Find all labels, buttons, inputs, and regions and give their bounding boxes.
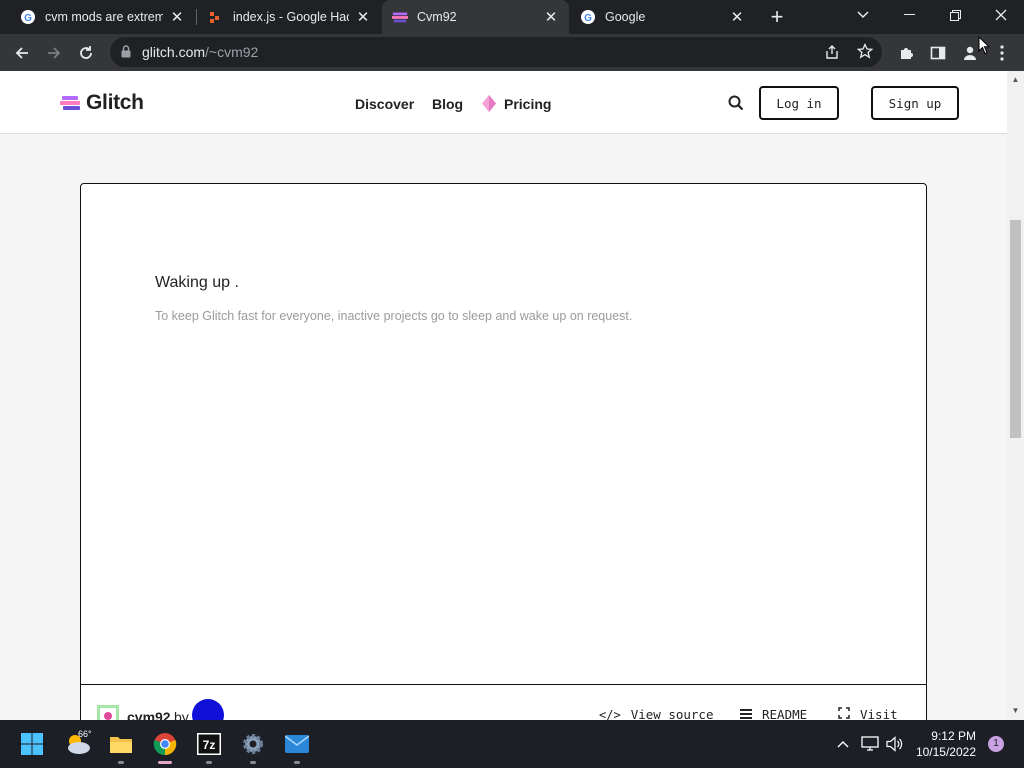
lock-icon[interactable] bbox=[121, 45, 131, 63]
tab-index-js[interactable]: index.js - Google Hacki ✕ bbox=[198, 0, 381, 34]
visit-button[interactable]: Visit bbox=[838, 707, 898, 720]
mail-icon bbox=[285, 735, 309, 753]
glitch-logo[interactable]: Glitch bbox=[60, 91, 144, 115]
clock[interactable]: 9:12 PM 10/15/2022 bbox=[914, 728, 976, 760]
svg-text:G: G bbox=[24, 13, 32, 24]
close-tab-icon[interactable]: ✕ bbox=[729, 9, 745, 26]
nav-discover[interactable]: Discover bbox=[355, 96, 414, 112]
login-button[interactable]: Log in bbox=[759, 86, 839, 120]
google-icon: G bbox=[20, 9, 36, 25]
7zip-button[interactable]: 7z bbox=[193, 728, 225, 764]
minimize-button[interactable] bbox=[886, 0, 932, 30]
glitch-icon bbox=[392, 9, 408, 25]
chrome-button[interactable] bbox=[149, 728, 181, 764]
diamond-icon bbox=[482, 95, 496, 117]
tab-google[interactable]: G Google ✕ bbox=[570, 0, 755, 34]
windows-icon bbox=[21, 733, 43, 755]
project-avatar[interactable] bbox=[97, 705, 119, 720]
project-name[interactable]: cvm92 bbox=[127, 709, 171, 720]
7zip-icon: 7z bbox=[197, 733, 221, 755]
weather-temperature: 66° bbox=[78, 729, 92, 739]
svg-text:7z: 7z bbox=[203, 738, 216, 752]
notification-badge[interactable]: 1 bbox=[988, 736, 1004, 752]
clock-time: 9:12 PM bbox=[931, 729, 976, 743]
view-source-button[interactable]: </> View source bbox=[599, 707, 713, 720]
fullscreen-icon bbox=[838, 707, 850, 720]
svg-text:G: G bbox=[584, 13, 592, 24]
card-footer: cvm92 by </> View source README Visit bbox=[81, 684, 926, 720]
url-text: glitch.com/~cvm92 bbox=[142, 44, 259, 60]
glitch-logo-icon bbox=[60, 96, 80, 110]
taskbar: 66° 7z 9:12 PM 10/15/2022 1 bbox=[0, 720, 1024, 768]
tab-cvm-mods[interactable]: G cvm mods are extreme ✕ bbox=[10, 0, 195, 34]
start-button[interactable] bbox=[16, 728, 48, 760]
network-icon[interactable] bbox=[861, 735, 879, 753]
project-card: Waking up . To keep Glitch fast for ever… bbox=[80, 183, 927, 720]
file-explorer-button[interactable] bbox=[105, 728, 137, 764]
mouse-cursor-icon bbox=[978, 35, 991, 60]
code-icon: </> bbox=[599, 707, 621, 721]
settings-button[interactable] bbox=[237, 728, 269, 764]
mail-button[interactable] bbox=[281, 728, 313, 764]
close-tab-icon[interactable]: ✕ bbox=[169, 9, 185, 26]
nav-blog[interactable]: Blog bbox=[432, 96, 463, 112]
google-icon: G bbox=[580, 9, 596, 25]
extensions-icon[interactable] bbox=[892, 39, 920, 67]
nav-pricing[interactable]: Pricing bbox=[504, 96, 551, 112]
share-icon[interactable] bbox=[824, 44, 840, 65]
close-window-button[interactable] bbox=[978, 0, 1024, 30]
scroll-up-icon[interactable]: ▲ bbox=[1011, 75, 1020, 84]
site-header: Glitch Discover Blog Pricing Log in Sign… bbox=[0, 71, 1007, 134]
by-label: by bbox=[174, 709, 189, 720]
signup-button[interactable]: Sign up bbox=[871, 86, 959, 120]
clock-date: 10/15/2022 bbox=[915, 745, 976, 759]
tab-search-icon[interactable] bbox=[840, 0, 886, 30]
list-icon bbox=[740, 708, 752, 721]
volume-icon[interactable] bbox=[886, 735, 904, 753]
folder-icon bbox=[110, 737, 132, 753]
readme-button[interactable]: README bbox=[740, 707, 807, 720]
browser-toolbar: glitch.com/~cvm92 bbox=[0, 34, 1024, 71]
show-hidden-icons-icon[interactable] bbox=[834, 735, 852, 753]
waking-up-description: To keep Glitch fast for everyone, inacti… bbox=[155, 309, 633, 323]
address-bar[interactable]: glitch.com/~cvm92 bbox=[110, 37, 882, 67]
chrome-icon bbox=[153, 733, 177, 756]
glitch-editor-icon bbox=[208, 9, 224, 25]
scroll-down-icon[interactable]: ▼ bbox=[1011, 706, 1020, 715]
user-avatar[interactable] bbox=[192, 699, 224, 720]
restore-button[interactable] bbox=[932, 0, 978, 30]
scroll-thumb[interactable] bbox=[1010, 220, 1021, 438]
waking-up-title: Waking up . bbox=[155, 274, 239, 291]
tab-cvm92[interactable]: Cvm92 ✕ bbox=[382, 0, 569, 34]
bookmark-star-icon[interactable] bbox=[856, 42, 874, 64]
menu-kebab-icon[interactable] bbox=[990, 39, 1014, 67]
search-icon[interactable] bbox=[728, 95, 744, 116]
back-button[interactable] bbox=[8, 39, 36, 67]
reload-button[interactable] bbox=[72, 39, 100, 67]
web-page: Glitch Discover Blog Pricing Log in Sign… bbox=[0, 71, 1024, 720]
new-tab-button[interactable]: + bbox=[765, 4, 789, 29]
close-tab-icon[interactable]: ✕ bbox=[355, 9, 371, 26]
close-tab-icon[interactable]: ✕ bbox=[543, 9, 559, 26]
forward-button[interactable] bbox=[40, 39, 68, 67]
page-scrollbar[interactable]: ▲ ▼ bbox=[1007, 71, 1024, 720]
gear-icon bbox=[243, 734, 263, 754]
side-panel-icon[interactable] bbox=[924, 39, 952, 67]
tab-strip: G cvm mods are extreme ✕ index.js - Goog… bbox=[0, 0, 1024, 34]
